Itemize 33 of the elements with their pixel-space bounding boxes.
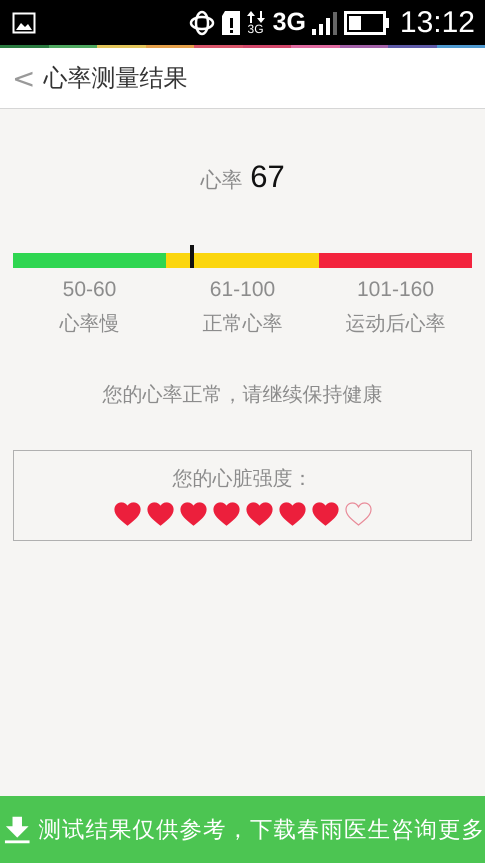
image-icon — [12, 12, 36, 34]
range-text: 61-100 — [210, 278, 276, 302]
range-label: 运动后心率 — [346, 310, 446, 337]
heart-rate-value: 67 — [250, 159, 285, 195]
range-text: 101-160 — [356, 278, 434, 302]
network-type: 3G — [248, 22, 264, 34]
signal-icon — [312, 10, 338, 34]
sd-card-icon — [220, 10, 241, 36]
filled-heart-icon — [278, 502, 306, 526]
strength-label: 您的心脏强度： — [172, 465, 312, 492]
outline-heart-icon — [344, 502, 372, 526]
filled-heart-icon — [180, 502, 206, 526]
filled-heart-icon — [312, 502, 338, 526]
filled-heart-icon — [146, 502, 174, 526]
clock: 13:12 — [400, 6, 475, 40]
scale-marker — [190, 245, 194, 268]
filled-heart-icon — [246, 502, 272, 526]
range-text: 50-60 — [62, 278, 116, 302]
result-message: 您的心率正常，请继续保持健康 — [102, 381, 384, 408]
download-icon — [4, 814, 30, 844]
back-button[interactable]: < — [12, 62, 36, 94]
orbit-icon — [188, 10, 215, 36]
heart-rate-label: 心率 — [200, 167, 242, 194]
network-type: 3G — [272, 8, 306, 37]
range-label: 正常心率 — [202, 310, 282, 337]
range-label: 心率慢 — [60, 310, 120, 337]
page-title: 心率测量结果 — [43, 63, 188, 94]
filled-heart-icon — [114, 502, 140, 526]
banner-text: 测试结果仅供参考，下载春雨医生咨询更多 — [38, 816, 485, 845]
data-arrows-icon — [246, 10, 265, 22]
battery-icon — [344, 10, 390, 34]
download-banner[interactable]: 测试结果仅供参考，下载春雨医生咨询更多 — [0, 796, 485, 863]
filled-heart-icon — [212, 502, 240, 526]
